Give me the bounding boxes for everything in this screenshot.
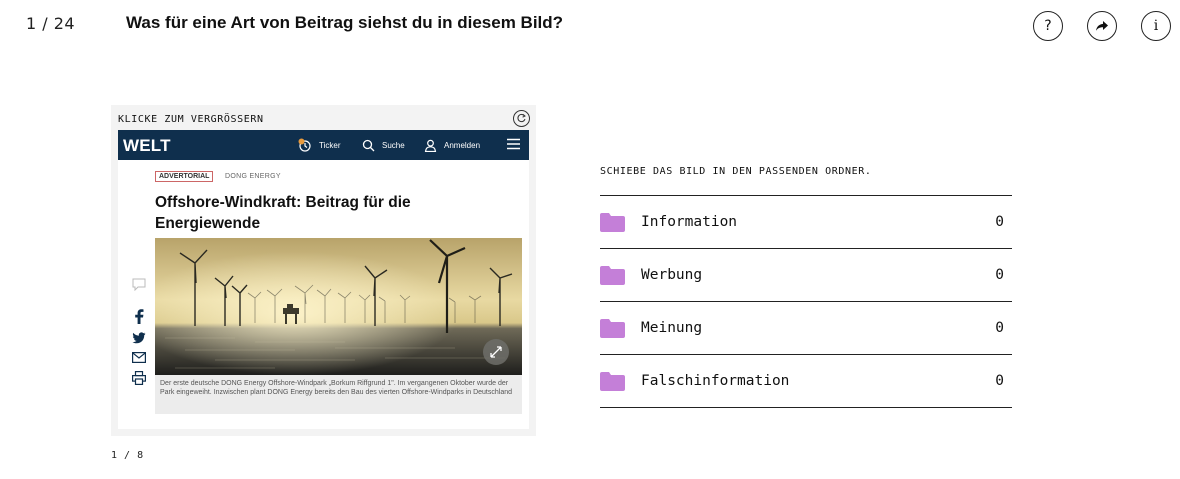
article-headline: Offshore-Windkraft: Beitrag für die Ener… [155,194,411,232]
folder-icon [600,318,625,338]
folder-falschinformation[interactable]: Falschinformation 0 [600,355,1012,408]
folder-count: 0 [995,373,1004,389]
advertorial-tag: ADVERTORIAL [155,171,214,182]
social-sidebar [130,278,148,393]
help-icon: ? [1044,18,1052,34]
hamburger-menu-icon [507,138,520,150]
folder-count: 0 [995,267,1004,283]
clock-icon [298,138,311,152]
folder-werbung[interactable]: Werbung 0 [600,249,1012,302]
ticker-link: Ticker [298,130,340,160]
article-screenshot: WELT Ticker Suche Anmelden ADVERTORIAL D… [118,130,529,429]
welt-logo: WELT [123,136,171,155]
welt-navbar: WELT Ticker Suche Anmelden [118,130,529,160]
image-card[interactable]: KLICKE ZUM VERGRÖSSERN WELT Ticker Suche… [111,105,536,436]
wind-farm-illustration [155,238,522,375]
folder-count: 0 [995,214,1004,230]
share-icon [1096,21,1108,31]
folder-name: Werbung [641,267,703,283]
login-link: Anmelden [424,130,480,160]
folder-list: Information 0 Werbung 0 Meinung 0 Falsch… [600,195,1012,408]
share-button[interactable] [1087,11,1117,41]
sort-instruction: SCHIEBE DAS BILD IN DEN PASSENDEN ORDNER… [600,166,872,177]
enlarge-hint: KLICKE ZUM VERGRÖSSERN [118,114,264,125]
fullscreen-button[interactable] [483,339,509,365]
mail-icon [132,352,146,363]
info-button[interactable]: i [1141,11,1171,41]
rotate-button[interactable] [513,110,530,127]
folder-information[interactable]: Information 0 [600,196,1012,249]
folder-count: 0 [995,320,1004,336]
question-counter: 1 / 24 [26,14,76,33]
folder-meinung[interactable]: Meinung 0 [600,302,1012,355]
folder-name: Falschinformation [641,373,790,389]
search-icon [362,139,375,151]
comment-icon [132,278,146,291]
folder-name: Meinung [641,320,703,336]
twitter-icon [132,332,146,344]
question-title: Was für eine Art von Beitrag siehst du i… [126,13,564,32]
user-icon [424,139,437,152]
folder-icon [600,265,625,285]
print-icon [132,371,146,385]
photo-caption: Der erste deutsche DONG Energy Offshore-… [155,375,522,414]
facebook-icon [135,309,144,324]
folder-icon [600,371,625,391]
login-label: Anmelden [444,140,481,150]
search-link: Suche [362,130,405,160]
sponsor-label: DONG ENERGY [225,173,281,180]
wind-farm-photo [155,238,522,375]
rotate-icon [517,113,526,123]
card-pager: 1 / 8 [111,450,144,461]
folder-name: Information [641,214,738,230]
info-icon: i [1153,18,1159,34]
help-button[interactable]: ? [1033,11,1063,41]
search-label: Suche [382,140,405,150]
ticker-label: Ticker [319,140,341,150]
folder-icon [600,212,625,232]
